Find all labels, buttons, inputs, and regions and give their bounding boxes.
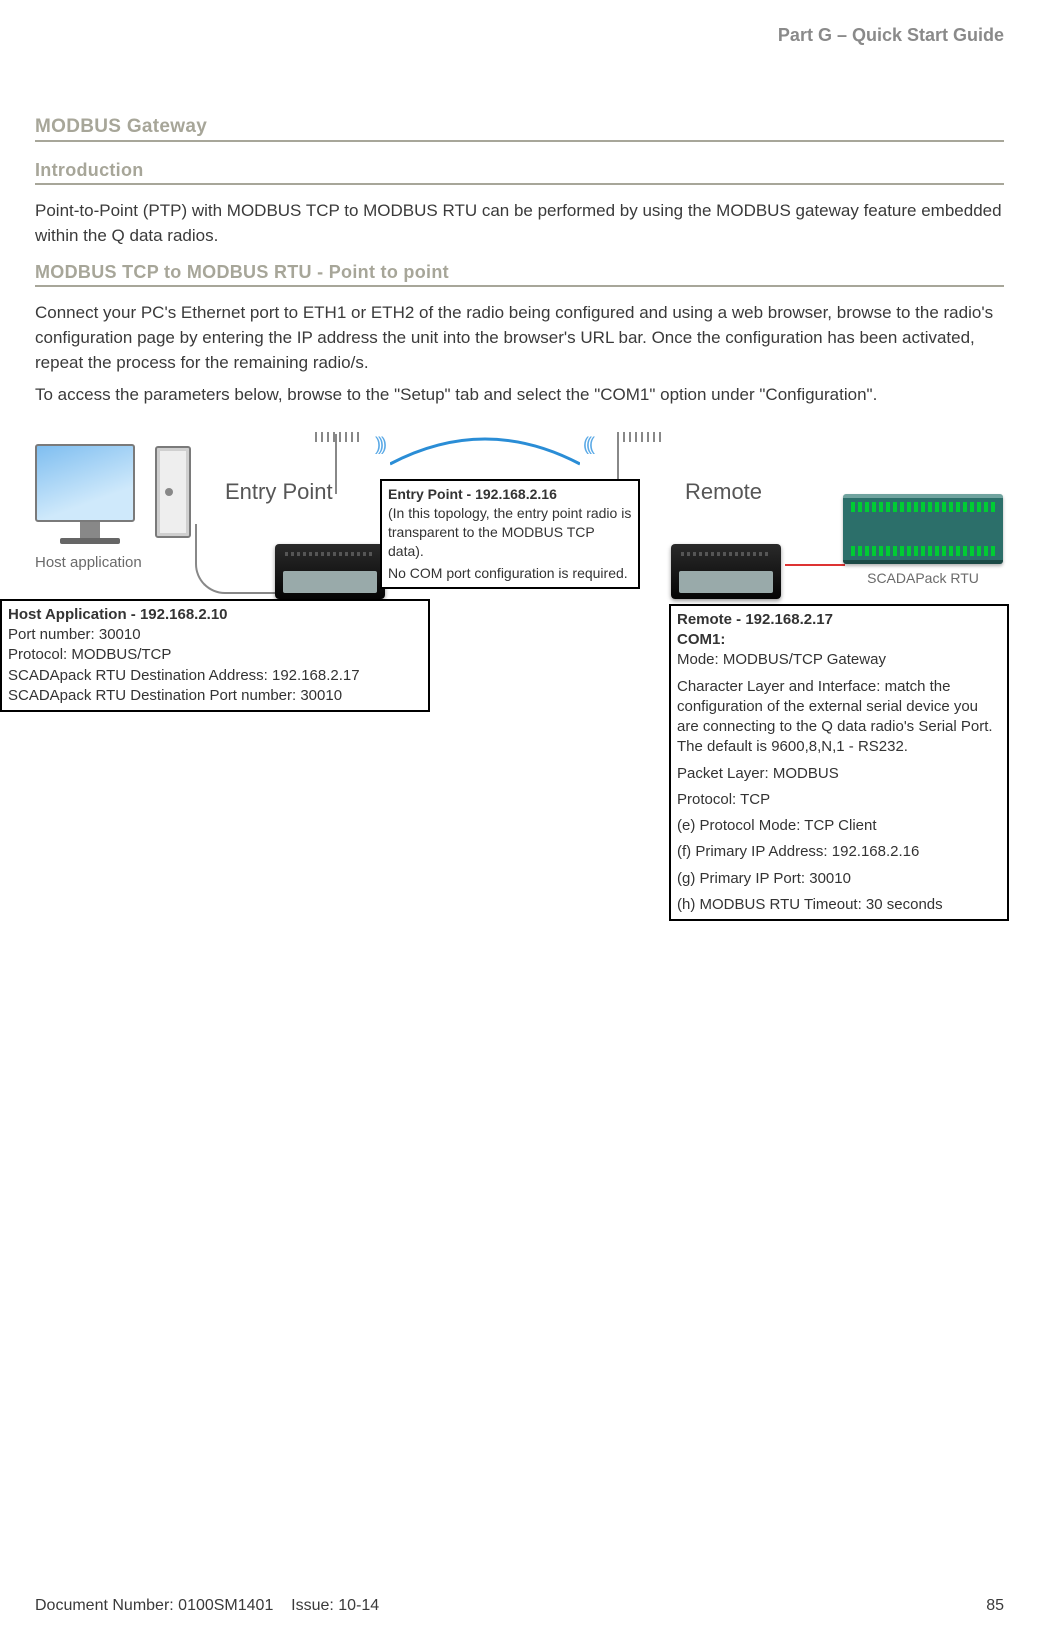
remote-radio-icon [671, 544, 781, 599]
remote-callout-l1: Mode: MODBUS/TCP Gateway [677, 650, 1001, 670]
monitor-icon: Host application [35, 444, 145, 571]
remote-callout-l7: (g) Primary IP Port: 30010 [677, 869, 1001, 889]
scadapack-rtu-icon: SCADAPack RTU [843, 494, 1003, 586]
heading-ptp: MODBUS TCP to MODBUS RTU - Point to poin… [35, 262, 1004, 287]
host-callout-l2: Protocol: MODBUS/TCP [8, 645, 422, 665]
host-application-label: Host application [35, 554, 145, 571]
topology-diagram: Host application Entry Point ))) ((( Rem… [35, 424, 1004, 884]
page-header-part: Part G – Quick Start Guide [35, 25, 1004, 46]
entry-point-callout: Entry Point - 192.168.2.16 (In this topo… [380, 479, 640, 589]
remote-callout-l5: (e) Protocol Mode: TCP Client [677, 816, 1001, 836]
entry-point-label: Entry Point [225, 479, 333, 505]
entry-callout-line1: (In this topology, the entry point radio… [388, 504, 632, 561]
para-access: To access the parameters below, browse t… [35, 383, 1004, 408]
remote-callout-l3: Packet Layer: MODBUS [677, 764, 1001, 784]
radio-waves-left-icon: ))) [375, 434, 384, 455]
para-intro: Point-to-Point (PTP) with MODBUS TCP to … [35, 199, 1004, 248]
host-application-callout: Host Application - 192.168.2.10 Port num… [0, 599, 430, 712]
remote-callout-l6: (f) Primary IP Address: 192.168.2.16 [677, 842, 1001, 862]
heading-introduction: Introduction [35, 160, 1004, 185]
host-callout-l4: SCADApack RTU Destination Port number: 3… [8, 686, 422, 706]
ethernet-cable-icon [195, 524, 285, 594]
serial-cable-icon [785, 564, 845, 566]
host-callout-l3: SCADApack RTU Destination Address: 192.1… [8, 666, 422, 686]
host-callout-l1: Port number: 30010 [8, 625, 422, 645]
footer-issue: Issue: 10-14 [291, 1597, 379, 1614]
remote-callout: Remote - 192.168.2.17 COM1: Mode: MODBUS… [669, 604, 1009, 921]
heading-modbus-gateway: MODBUS Gateway [35, 116, 1004, 142]
entry-callout-title: Entry Point - 192.168.2.16 [388, 485, 632, 504]
remote-callout-l8: (h) MODBUS RTU Timeout: 30 seconds [677, 895, 1001, 915]
remote-callout-l2: Character Layer and Interface: match the… [677, 677, 1001, 758]
footer-doc-number: Document Number: 0100SM1401 [35, 1597, 273, 1614]
radio-waves-right-icon: ((( [583, 434, 592, 455]
host-callout-title: Host Application - 192.168.2.10 [8, 605, 422, 625]
pc-tower-icon [155, 446, 191, 538]
remote-callout-l4: Protocol: TCP [677, 790, 1001, 810]
para-connect: Connect your PC's Ethernet port to ETH1 … [35, 301, 1004, 375]
scadapack-rtu-label: SCADAPack RTU [843, 570, 1003, 586]
entry-callout-line2: No COM port configuration is required. [388, 564, 632, 583]
antenna-left-icon [335, 434, 337, 494]
remote-callout-title: Remote - 192.168.2.17 [677, 610, 1001, 630]
remote-label: Remote [685, 479, 762, 505]
entry-point-radio-icon [275, 544, 385, 599]
signal-arc-icon [390, 429, 580, 469]
page-footer: Document Number: 0100SM1401 Issue: 10-14… [35, 1597, 1004, 1615]
remote-callout-com: COM1: [677, 630, 1001, 650]
footer-page-number: 85 [986, 1597, 1004, 1615]
